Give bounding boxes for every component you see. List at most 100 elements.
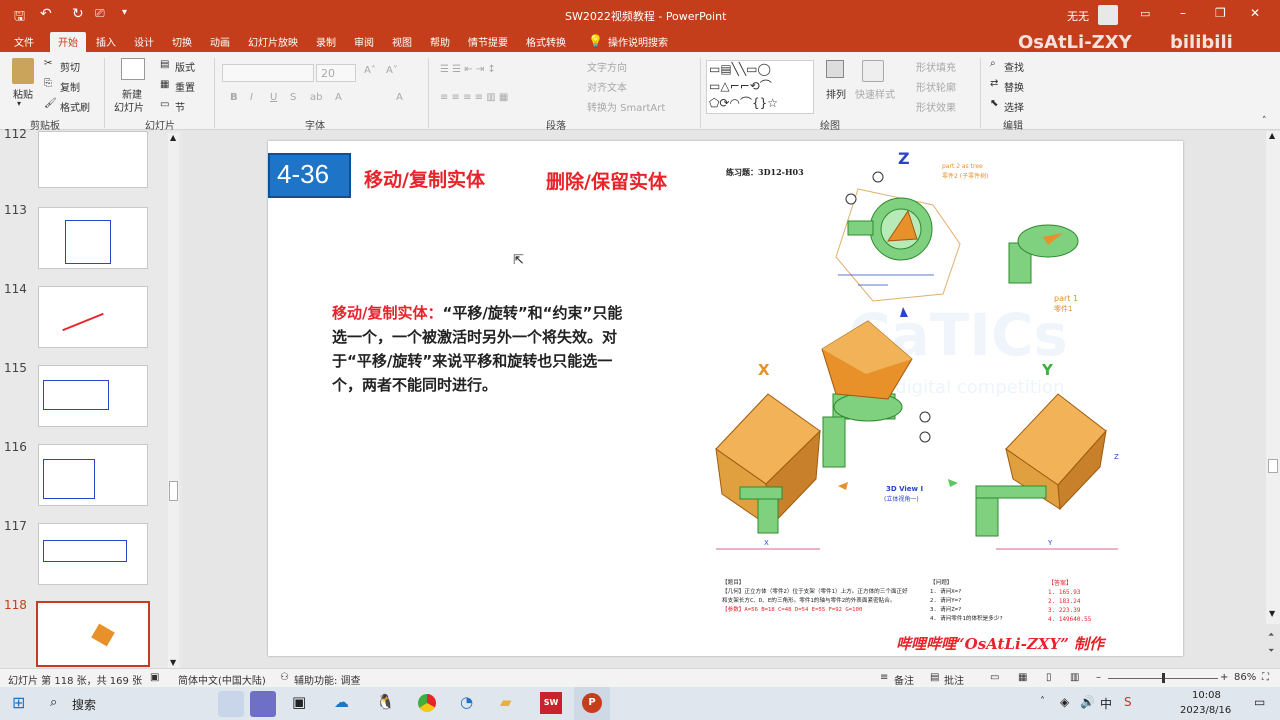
- char-spacing-icon[interactable]: ab: [310, 92, 322, 103]
- thumbnail-scrollbar[interactable]: ▲ ▼: [168, 133, 179, 668]
- zoom-level[interactable]: 86%: [1234, 672, 1256, 683]
- user-name[interactable]: 无无: [1067, 8, 1089, 24]
- scroll-up-icon[interactable]: ▲: [170, 133, 176, 142]
- collapse-ribbon-icon[interactable]: ˄: [1262, 116, 1267, 126]
- tell-me-search[interactable]: 操作说明搜索: [608, 34, 668, 49]
- tab-file[interactable]: 文件: [14, 34, 34, 49]
- font-name-box[interactable]: [222, 64, 314, 82]
- tab-format-convert[interactable]: 格式转换: [526, 34, 566, 49]
- volume-icon[interactable]: 🔊: [1080, 695, 1095, 709]
- paste-icon[interactable]: [12, 58, 34, 84]
- restore-button[interactable]: ❐: [1215, 6, 1226, 20]
- bold-button[interactable]: B: [230, 92, 238, 103]
- slide-thumbnail[interactable]: [38, 523, 148, 585]
- font-shrink-icon[interactable]: A˅: [386, 65, 398, 76]
- slide-sorter-icon[interactable]: ▦: [1018, 672, 1027, 683]
- scissors-icon[interactable]: ✂: [44, 58, 52, 69]
- clock-date[interactable]: 2023/8/16: [1180, 705, 1231, 716]
- minimize-button[interactable]: –: [1180, 6, 1186, 20]
- prev-slide-icon[interactable]: ⏶: [1268, 630, 1274, 640]
- chrome-icon[interactable]: [418, 694, 436, 712]
- windows-start-icon[interactable]: ⊞: [12, 693, 25, 712]
- scroll-thumb[interactable]: [169, 481, 178, 501]
- ime-indicator[interactable]: 中: [1100, 695, 1112, 712]
- paste-dropdown-icon[interactable]: ▾: [17, 99, 21, 108]
- tab-record[interactable]: 录制: [316, 34, 336, 49]
- tab-help[interactable]: 帮助: [430, 34, 450, 49]
- powerpoint-icon[interactable]: P: [582, 693, 602, 713]
- tab-storyboard[interactable]: 情节提要: [468, 34, 508, 49]
- search-icon[interactable]: ⌕: [990, 58, 996, 69]
- qat-customize-icon[interactable]: ▾: [122, 7, 127, 18]
- zoom-in-icon[interactable]: +: [1220, 672, 1228, 683]
- slide-counter[interactable]: 幻灯片 第 118 张，共 169 张: [8, 672, 142, 687]
- underline-button[interactable]: U: [270, 92, 277, 103]
- tab-slideshow[interactable]: 幻灯片放映: [248, 34, 298, 49]
- layout-icon[interactable]: ▤: [160, 59, 169, 70]
- font-grow-icon[interactable]: A˄: [364, 65, 376, 76]
- notification-icon[interactable]: ▭: [1254, 695, 1265, 709]
- clock-time[interactable]: 10:08: [1192, 690, 1221, 701]
- quick-styles-icon[interactable]: [862, 60, 884, 82]
- scroll-down-icon[interactable]: ▼: [1269, 609, 1275, 618]
- replace-button[interactable]: 替换: [1004, 79, 1024, 94]
- new-slide-label2[interactable]: 幻灯片: [114, 99, 144, 114]
- qq-icon[interactable]: 🐧: [376, 693, 395, 711]
- reset-icon[interactable]: ▦: [160, 79, 169, 90]
- scroll-up-icon[interactable]: ▲: [1269, 131, 1275, 140]
- shape-effects-button[interactable]: 形状效果: [916, 99, 956, 114]
- select-button[interactable]: 选择: [1004, 99, 1024, 114]
- strikethrough-button[interactable]: S: [290, 92, 296, 103]
- notes-icon[interactable]: ≡: [880, 672, 888, 683]
- text-direction-button[interactable]: 文字方向: [587, 59, 627, 74]
- replace-icon[interactable]: ⇄: [990, 78, 998, 89]
- copy-icon[interactable]: ⎘: [44, 78, 52, 89]
- sogou-ime-icon[interactable]: S: [1124, 695, 1132, 709]
- tab-view[interactable]: 视图: [392, 34, 412, 49]
- font-size-box[interactable]: 20: [316, 64, 356, 82]
- quick-styles-button[interactable]: 快速样式: [855, 86, 895, 101]
- slide-thumbnail[interactable]: [38, 207, 148, 269]
- italic-button[interactable]: I: [250, 92, 253, 103]
- shape-fill-button[interactable]: 形状填充: [916, 59, 956, 74]
- comments-icon[interactable]: ▤: [930, 672, 939, 683]
- zoom-slider-thumb[interactable]: [1162, 673, 1165, 683]
- current-slide[interactable]: 4-36 移动/复制实体 删除/保留实体 练习题：3D12-H03 移动/复制实…: [268, 141, 1183, 656]
- undo-icon[interactable]: ↶: [40, 6, 52, 22]
- tray-overflow-icon[interactable]: ˄: [1040, 696, 1045, 707]
- slide-thumbnail[interactable]: [38, 444, 148, 506]
- edge-icon[interactable]: ◔: [460, 693, 473, 711]
- smartart-button[interactable]: 转换为 SmartArt: [587, 99, 665, 114]
- paste-button[interactable]: 粘贴: [13, 86, 33, 101]
- cut-button[interactable]: 剪切: [60, 59, 80, 74]
- tab-review[interactable]: 审阅: [354, 34, 374, 49]
- tab-animations[interactable]: 动画: [210, 34, 230, 49]
- comments-button[interactable]: 批注: [944, 672, 964, 687]
- align-text-button[interactable]: 对齐文本: [587, 79, 627, 94]
- align-icons[interactable]: ≡ ≡ ≡ ≡ ▥ ▦: [440, 92, 508, 103]
- taskbar-app-icon[interactable]: [218, 691, 244, 717]
- baidu-netdisk-icon[interactable]: ☁: [334, 693, 349, 711]
- bullets-icon[interactable]: ☰ ☰ ⇤ ⇥ ↕: [440, 64, 496, 75]
- section-icon[interactable]: ▭: [160, 99, 169, 110]
- avatar[interactable]: [1098, 5, 1118, 25]
- reset-button[interactable]: 重置: [175, 79, 195, 94]
- save-icon[interactable]: 🖫: [14, 7, 25, 29]
- find-button[interactable]: 查找: [1004, 59, 1024, 74]
- slide-scrollbar[interactable]: ▲ ▼: [1266, 131, 1280, 624]
- file-explorer-icon[interactable]: ▰: [500, 693, 512, 711]
- accessibility-status[interactable]: 辅助功能: 调查: [294, 672, 361, 687]
- brush-icon[interactable]: 🖌: [44, 98, 57, 109]
- scroll-thumb[interactable]: [1268, 459, 1278, 473]
- slide-thumbnail[interactable]: [38, 365, 148, 427]
- ribbon-display-icon[interactable]: ▭: [1140, 7, 1150, 20]
- shape-outline-button[interactable]: 形状轮廓: [916, 79, 956, 94]
- accessibility-icon[interactable]: ⚇: [280, 672, 289, 683]
- slideshow-icon[interactable]: ▥: [1070, 672, 1079, 683]
- arrange-icon[interactable]: [826, 60, 844, 78]
- task-view-icon[interactable]: ▣: [292, 693, 306, 711]
- solidworks-icon[interactable]: SW: [540, 692, 562, 714]
- tab-home[interactable]: 开始: [50, 32, 86, 52]
- notes-button[interactable]: 备注: [894, 672, 914, 687]
- next-slide-icon[interactable]: ⏷: [1268, 646, 1274, 656]
